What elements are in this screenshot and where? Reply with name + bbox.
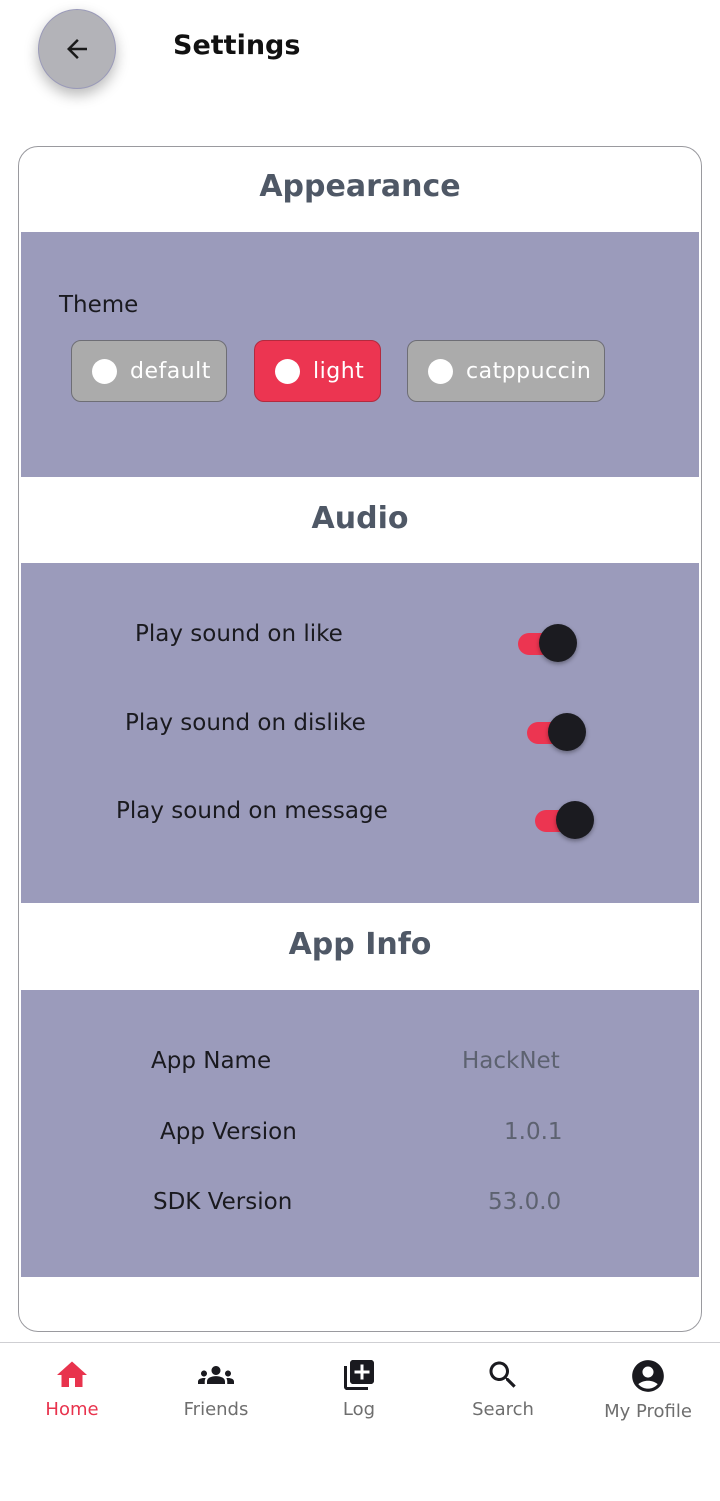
theme-option-label: light [313, 358, 365, 384]
home-icon [57, 1361, 87, 1387]
nav-label: Home [45, 1399, 99, 1420]
theme-option-label: default [130, 358, 211, 384]
nav-home[interactable]: Home [12, 1357, 132, 1420]
nav-log[interactable]: Log [299, 1357, 419, 1420]
toggle-label-message: Play sound on message [116, 798, 388, 824]
nav-search[interactable]: Search [443, 1357, 563, 1420]
info-label-app-version: App Version [160, 1119, 297, 1145]
toggle-label-like: Play sound on like [135, 621, 343, 647]
arrow-left-icon [67, 39, 87, 59]
info-label-sdk-version: SDK Version [153, 1189, 293, 1215]
theme-option-catppuccin[interactable]: catppuccin [407, 340, 605, 402]
search-icon [489, 1361, 516, 1388]
page-title: Settings [173, 30, 301, 61]
theme-option-label: catppuccin [466, 358, 592, 384]
audio-panel: Play sound on like Play sound on dislike… [21, 563, 699, 903]
toggle-thumb [548, 713, 586, 751]
toggle-sound-message[interactable] [535, 799, 597, 841]
settings-card: Appearance Theme default light catppucci… [18, 146, 702, 1332]
theme-option-light[interactable]: light [254, 340, 381, 402]
theme-label: Theme [59, 292, 139, 318]
audio-title: Audio [311, 501, 409, 536]
info-value-sdk-version: 53.0.0 [488, 1189, 562, 1215]
radio-dot-icon [92, 358, 117, 384]
app-info-title: App Info [288, 927, 432, 962]
nav-label: Friends [183, 1399, 249, 1420]
back-button[interactable] [38, 9, 116, 89]
radio-dot-icon [275, 358, 300, 384]
info-value-app-name: HackNet [462, 1048, 560, 1074]
toggle-sound-dislike[interactable] [527, 711, 589, 753]
info-label-app-name: App Name [151, 1048, 272, 1074]
toggle-thumb [556, 801, 594, 839]
toggle-label-dislike: Play sound on dislike [125, 710, 366, 736]
appearance-panel: Theme default light catppuccin [21, 232, 699, 477]
add-post-icon [344, 1360, 374, 1390]
info-value-app-version: 1.0.1 [504, 1119, 563, 1145]
toggle-thumb [539, 624, 577, 662]
nav-label: My Profile [604, 1401, 692, 1422]
nav-my-profile[interactable]: My Profile [588, 1357, 708, 1422]
toggle-sound-like[interactable] [518, 622, 580, 664]
header: Settings [0, 0, 720, 110]
friends-icon [198, 1366, 234, 1384]
radio-dot-icon [428, 358, 453, 384]
nav-label: Log [342, 1399, 376, 1420]
bottom-nav: Home Friends Log Search My Profile [0, 1342, 720, 1501]
nav-label: Search [472, 1399, 534, 1420]
nav-friends[interactable]: Friends [156, 1357, 276, 1420]
theme-option-default[interactable]: default [71, 340, 227, 402]
app-info-panel: App Name HackNet App Version 1.0.1 SDK V… [21, 990, 699, 1277]
profile-icon [632, 1360, 664, 1392]
appearance-title: Appearance [259, 169, 461, 204]
